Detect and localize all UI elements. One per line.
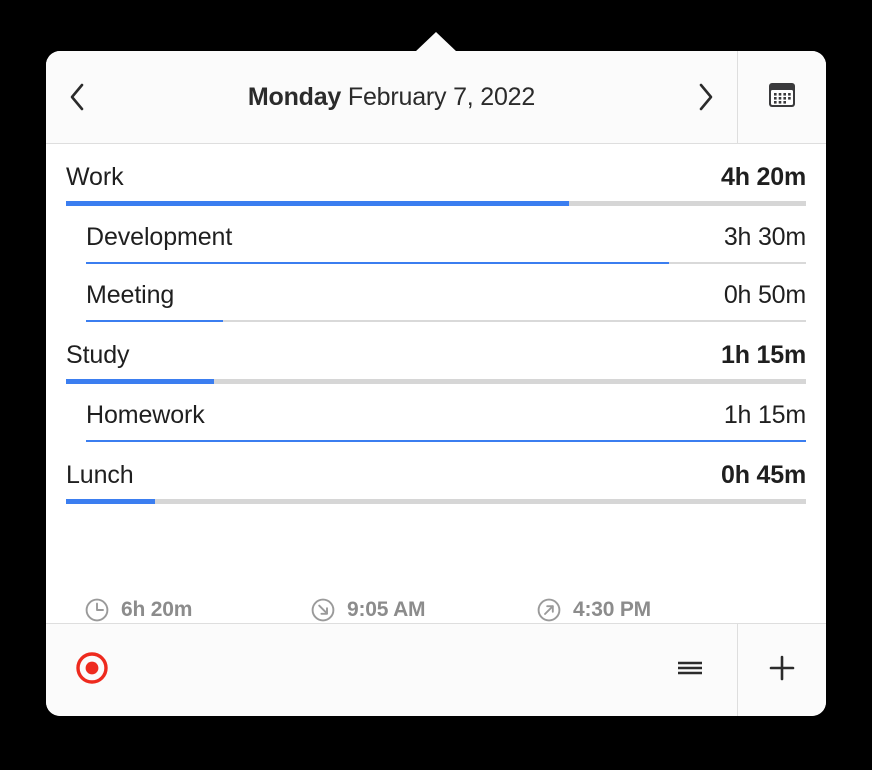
sub-entry-row[interactable]: Homework 1h 15m (66, 384, 806, 442)
entry-label-line: Study 1h 15m (66, 341, 806, 379)
footer-main-area (46, 624, 737, 716)
entry-label-line: Meeting 0h 50m (86, 281, 806, 320)
time-entry-list: Work 4h 20m Development 3h 30m Meeting 0h 50m… (46, 144, 826, 566)
category-row[interactable]: Study 1h 15m (66, 322, 806, 384)
title-date: February 7, 2022 (341, 82, 536, 111)
entry-name: Study (66, 341, 130, 369)
record-icon (75, 651, 109, 690)
clock-icon (84, 597, 110, 623)
page-title: Monday February 7, 2022 (108, 83, 675, 112)
footer-toolbar (46, 623, 826, 716)
calendar-button[interactable] (738, 51, 826, 143)
entry-name: Homework (86, 401, 205, 429)
next-day-button[interactable] (675, 81, 737, 113)
entry-duration: 0h 50m (723, 281, 806, 309)
entry-name: Development (86, 223, 233, 251)
summary-stat: 6h 20m (84, 597, 310, 623)
arrow-down-right-icon (310, 597, 336, 623)
entry-duration: 0h 45m (721, 461, 806, 489)
start-timer-button[interactable] (70, 648, 114, 692)
header-navigation: Monday February 7, 2022 (46, 51, 737, 143)
sub-entry-row[interactable]: Meeting 0h 50m (66, 264, 806, 322)
entry-progress-fill (66, 499, 155, 504)
plus-icon (766, 652, 798, 689)
entry-name: Meeting (86, 281, 175, 309)
entry-label-line: Work 4h 20m (66, 163, 806, 201)
entry-progress-track (66, 499, 806, 504)
entry-label-line: Development 3h 30m (86, 223, 806, 262)
time-tracker-popover: Monday February 7, 2022 Work 4h 20m Deve… (46, 51, 826, 716)
summary-stat-value: 9:05 AM (347, 598, 426, 621)
entry-label-line: Lunch 0h 45m (66, 461, 806, 499)
entry-label-line: Homework 1h 15m (86, 401, 806, 440)
menu-button[interactable] (665, 648, 715, 692)
screen: Monday February 7, 2022 Work 4h 20m Deve… (0, 0, 872, 770)
entry-name: Work (66, 163, 124, 191)
hamburger-menu-icon (674, 656, 706, 685)
header-bar: Monday February 7, 2022 (46, 51, 826, 144)
entry-duration: 3h 30m (723, 223, 806, 251)
entry-name: Lunch (66, 461, 134, 489)
add-entry-button[interactable] (738, 624, 826, 716)
calendar-icon (766, 79, 798, 116)
summary-stat: 9:05 AM (310, 597, 536, 623)
daily-summary-stats: 6h 20m 9:05 AM 4:30 PM (46, 566, 826, 623)
summary-stat-value: 6h 20m (121, 598, 193, 621)
title-weekday: Monday (247, 82, 342, 111)
summary-stat-value: 4:30 PM (573, 598, 651, 621)
popover-pointer (415, 32, 457, 52)
chevron-right-icon (696, 81, 716, 113)
entry-duration: 1h 15m (721, 341, 806, 369)
entry-duration: 4h 20m (721, 163, 806, 191)
arrow-up-right-icon (536, 597, 562, 623)
sub-entry-row[interactable]: Development 3h 30m (66, 206, 806, 264)
entry-duration: 1h 15m (723, 401, 806, 429)
category-row[interactable]: Work 4h 20m (66, 144, 806, 206)
category-row[interactable]: Lunch 0h 45m (66, 442, 806, 504)
summary-stat: 4:30 PM (536, 597, 762, 623)
previous-day-button[interactable] (46, 81, 108, 113)
chevron-left-icon (67, 81, 87, 113)
